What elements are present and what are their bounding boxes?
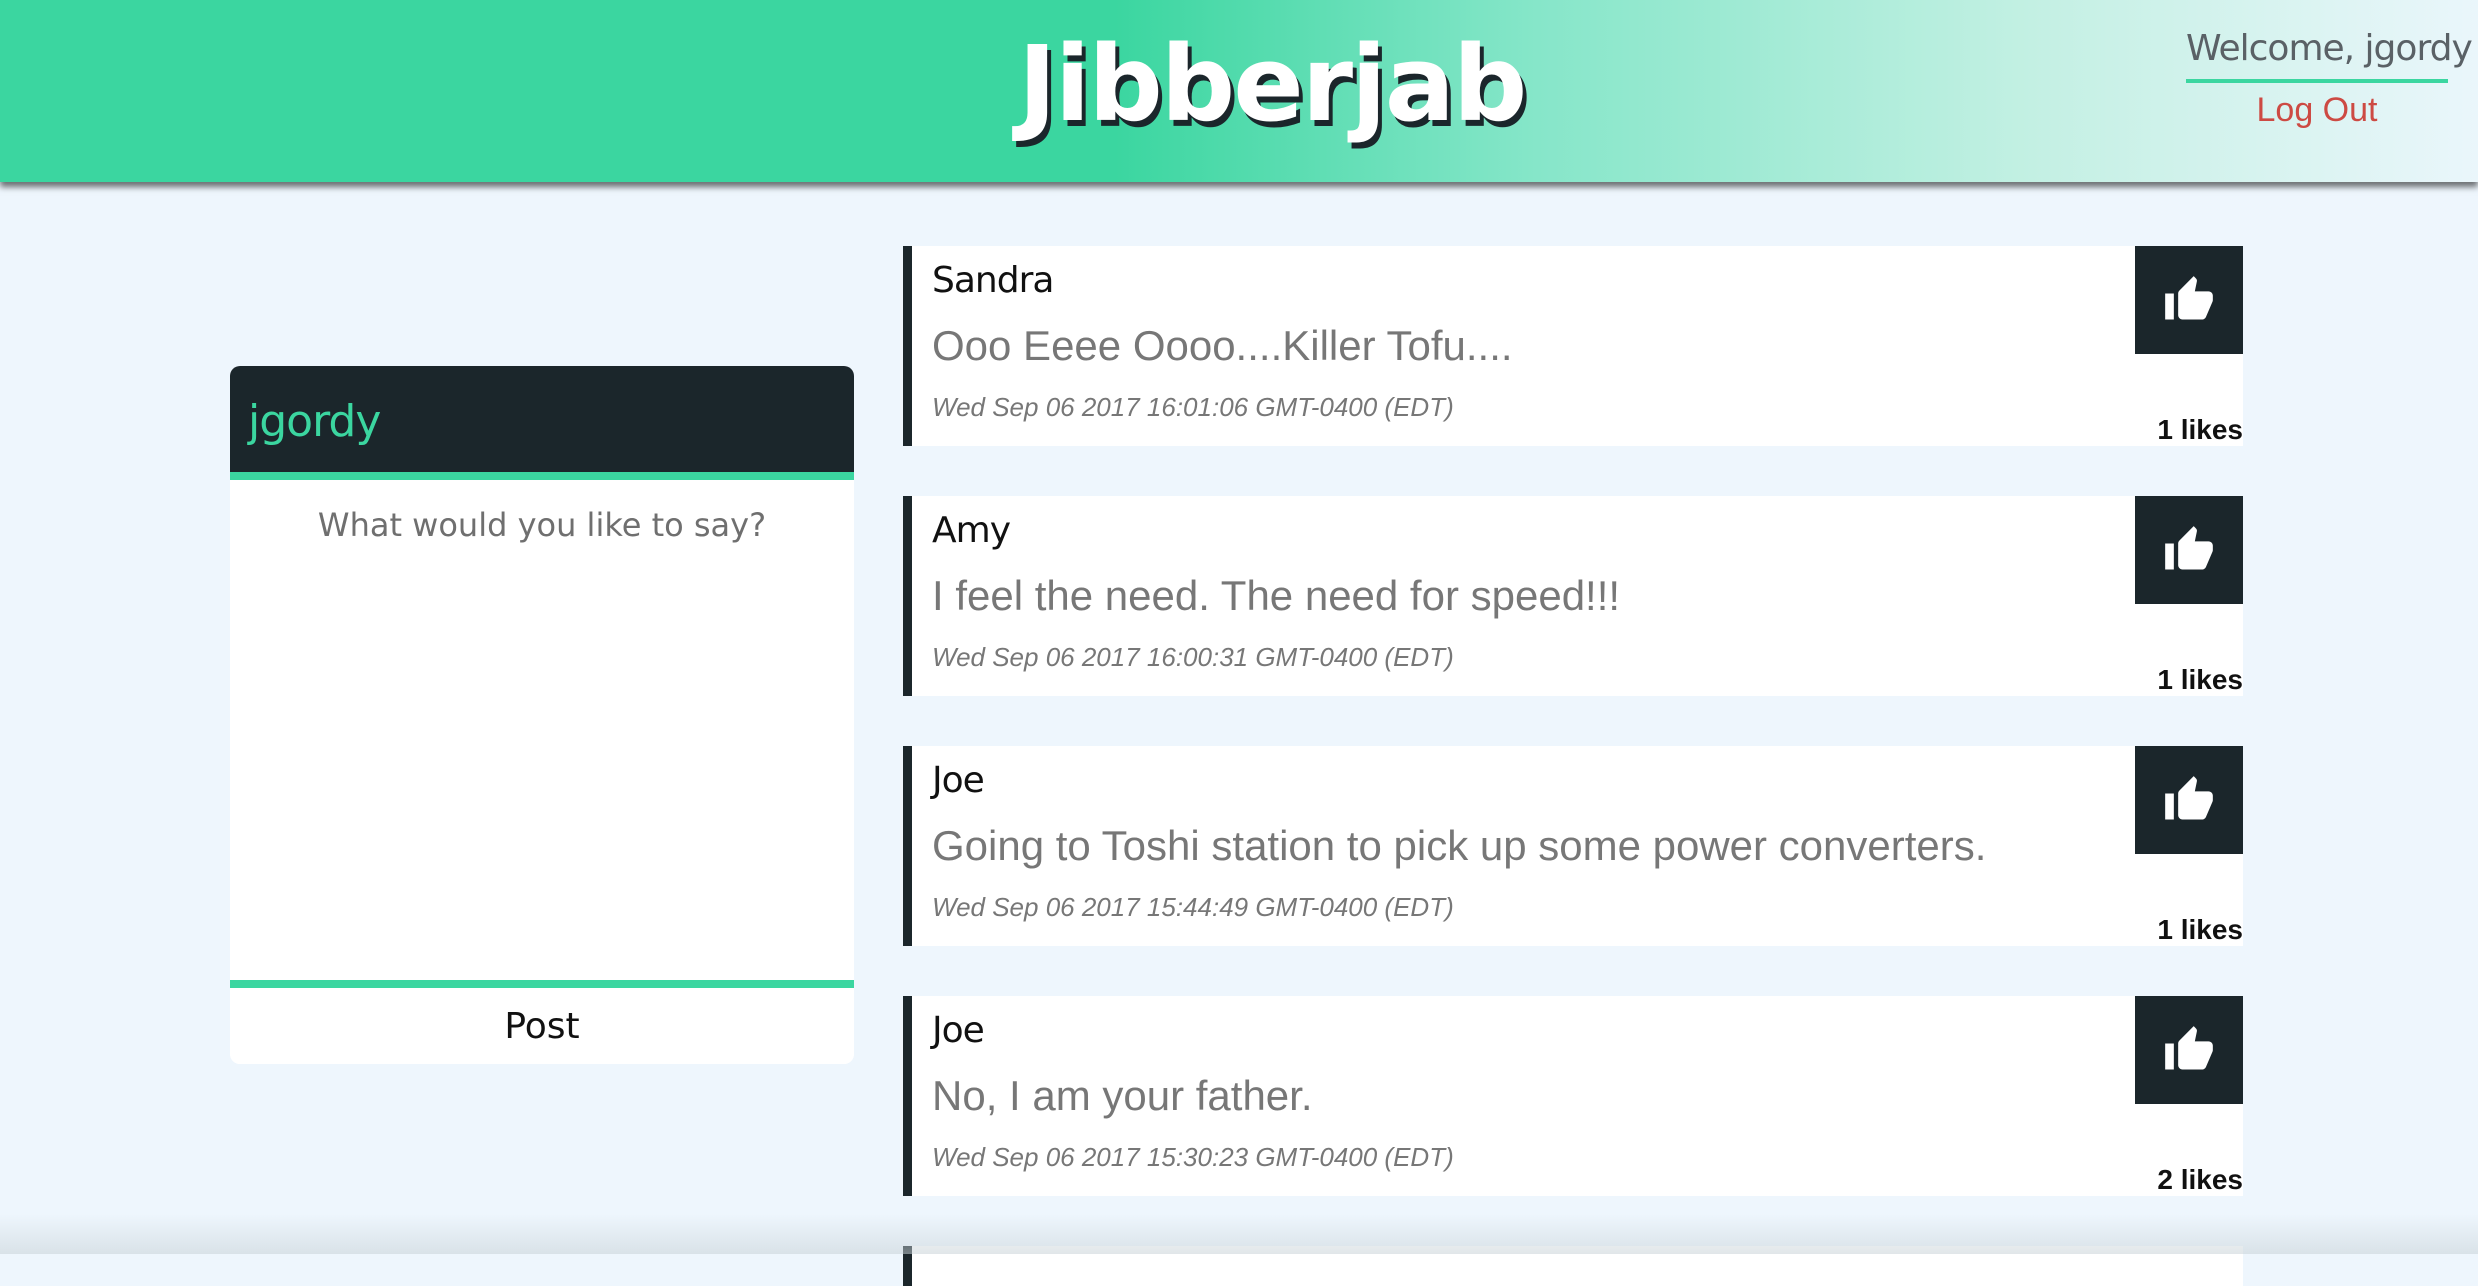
post-body: Going to Toshi station to pick up some p… [932, 822, 1986, 870]
feed-post: Joe No, I am your father. Wed Sep 06 201… [903, 996, 2243, 1196]
thumbs-up-icon [2163, 1024, 2215, 1076]
post-timestamp: Wed Sep 06 2017 16:01:06 GMT-0400 (EDT) [932, 392, 1454, 423]
logout-link[interactable]: Log Out [2186, 91, 2448, 130]
thumbs-up-icon [2163, 274, 2215, 326]
post-timestamp: Wed Sep 06 2017 16:00:31 GMT-0400 (EDT) [932, 642, 1454, 673]
app-header: Jibberjab Welcome, jgordy Log Out [0, 0, 2478, 182]
feed-post: Sandra Ooo Eeee Oooo....Killer Tofu.... … [903, 246, 2243, 446]
like-button[interactable] [2135, 996, 2243, 1104]
post-body: Ooo Eeee Oooo....Killer Tofu.... [932, 322, 1513, 370]
feed-post: Amy I feel the need. The need for speed!… [903, 496, 2243, 696]
like-button[interactable] [2135, 496, 2243, 604]
welcome-message: Welcome, jgordy [2186, 28, 2448, 83]
post-body: No, I am your father. [932, 1072, 1313, 1120]
feed-post: Joe Going to Toshi station to pick up so… [903, 746, 2243, 946]
user-menu: Welcome, jgordy Log Out [2186, 28, 2448, 130]
thumbs-up-icon [2163, 524, 2215, 576]
compose-username: jgordy [230, 366, 854, 480]
post-author: Joe [932, 760, 984, 801]
post-timestamp: Wed Sep 06 2017 15:44:49 GMT-0400 (EDT) [932, 892, 1454, 923]
like-count: 2 likes [2157, 1164, 2243, 1196]
thumbs-up-icon [2163, 774, 2215, 826]
like-count: 1 likes [2157, 664, 2243, 696]
post-author: Sandra [932, 260, 1053, 301]
feed-post-partial [903, 1246, 2243, 1286]
post-author: Joe [932, 1010, 984, 1051]
like-button[interactable] [2135, 246, 2243, 354]
compose-panel: jgordy Post [230, 366, 854, 1064]
app-logo: Jibberjab [1018, 22, 1525, 147]
post-timestamp: Wed Sep 06 2017 15:30:23 GMT-0400 (EDT) [932, 1142, 1454, 1173]
like-button[interactable] [2135, 746, 2243, 854]
message-input[interactable] [230, 480, 854, 980]
like-count: 1 likes [2157, 414, 2243, 446]
like-count: 1 likes [2157, 914, 2243, 946]
post-author: Amy [932, 510, 1010, 551]
message-feed: Sandra Ooo Eeee Oooo....Killer Tofu.... … [903, 246, 2243, 1286]
post-button[interactable]: Post [230, 980, 854, 1064]
post-body: I feel the need. The need for speed!!! [932, 572, 1620, 620]
